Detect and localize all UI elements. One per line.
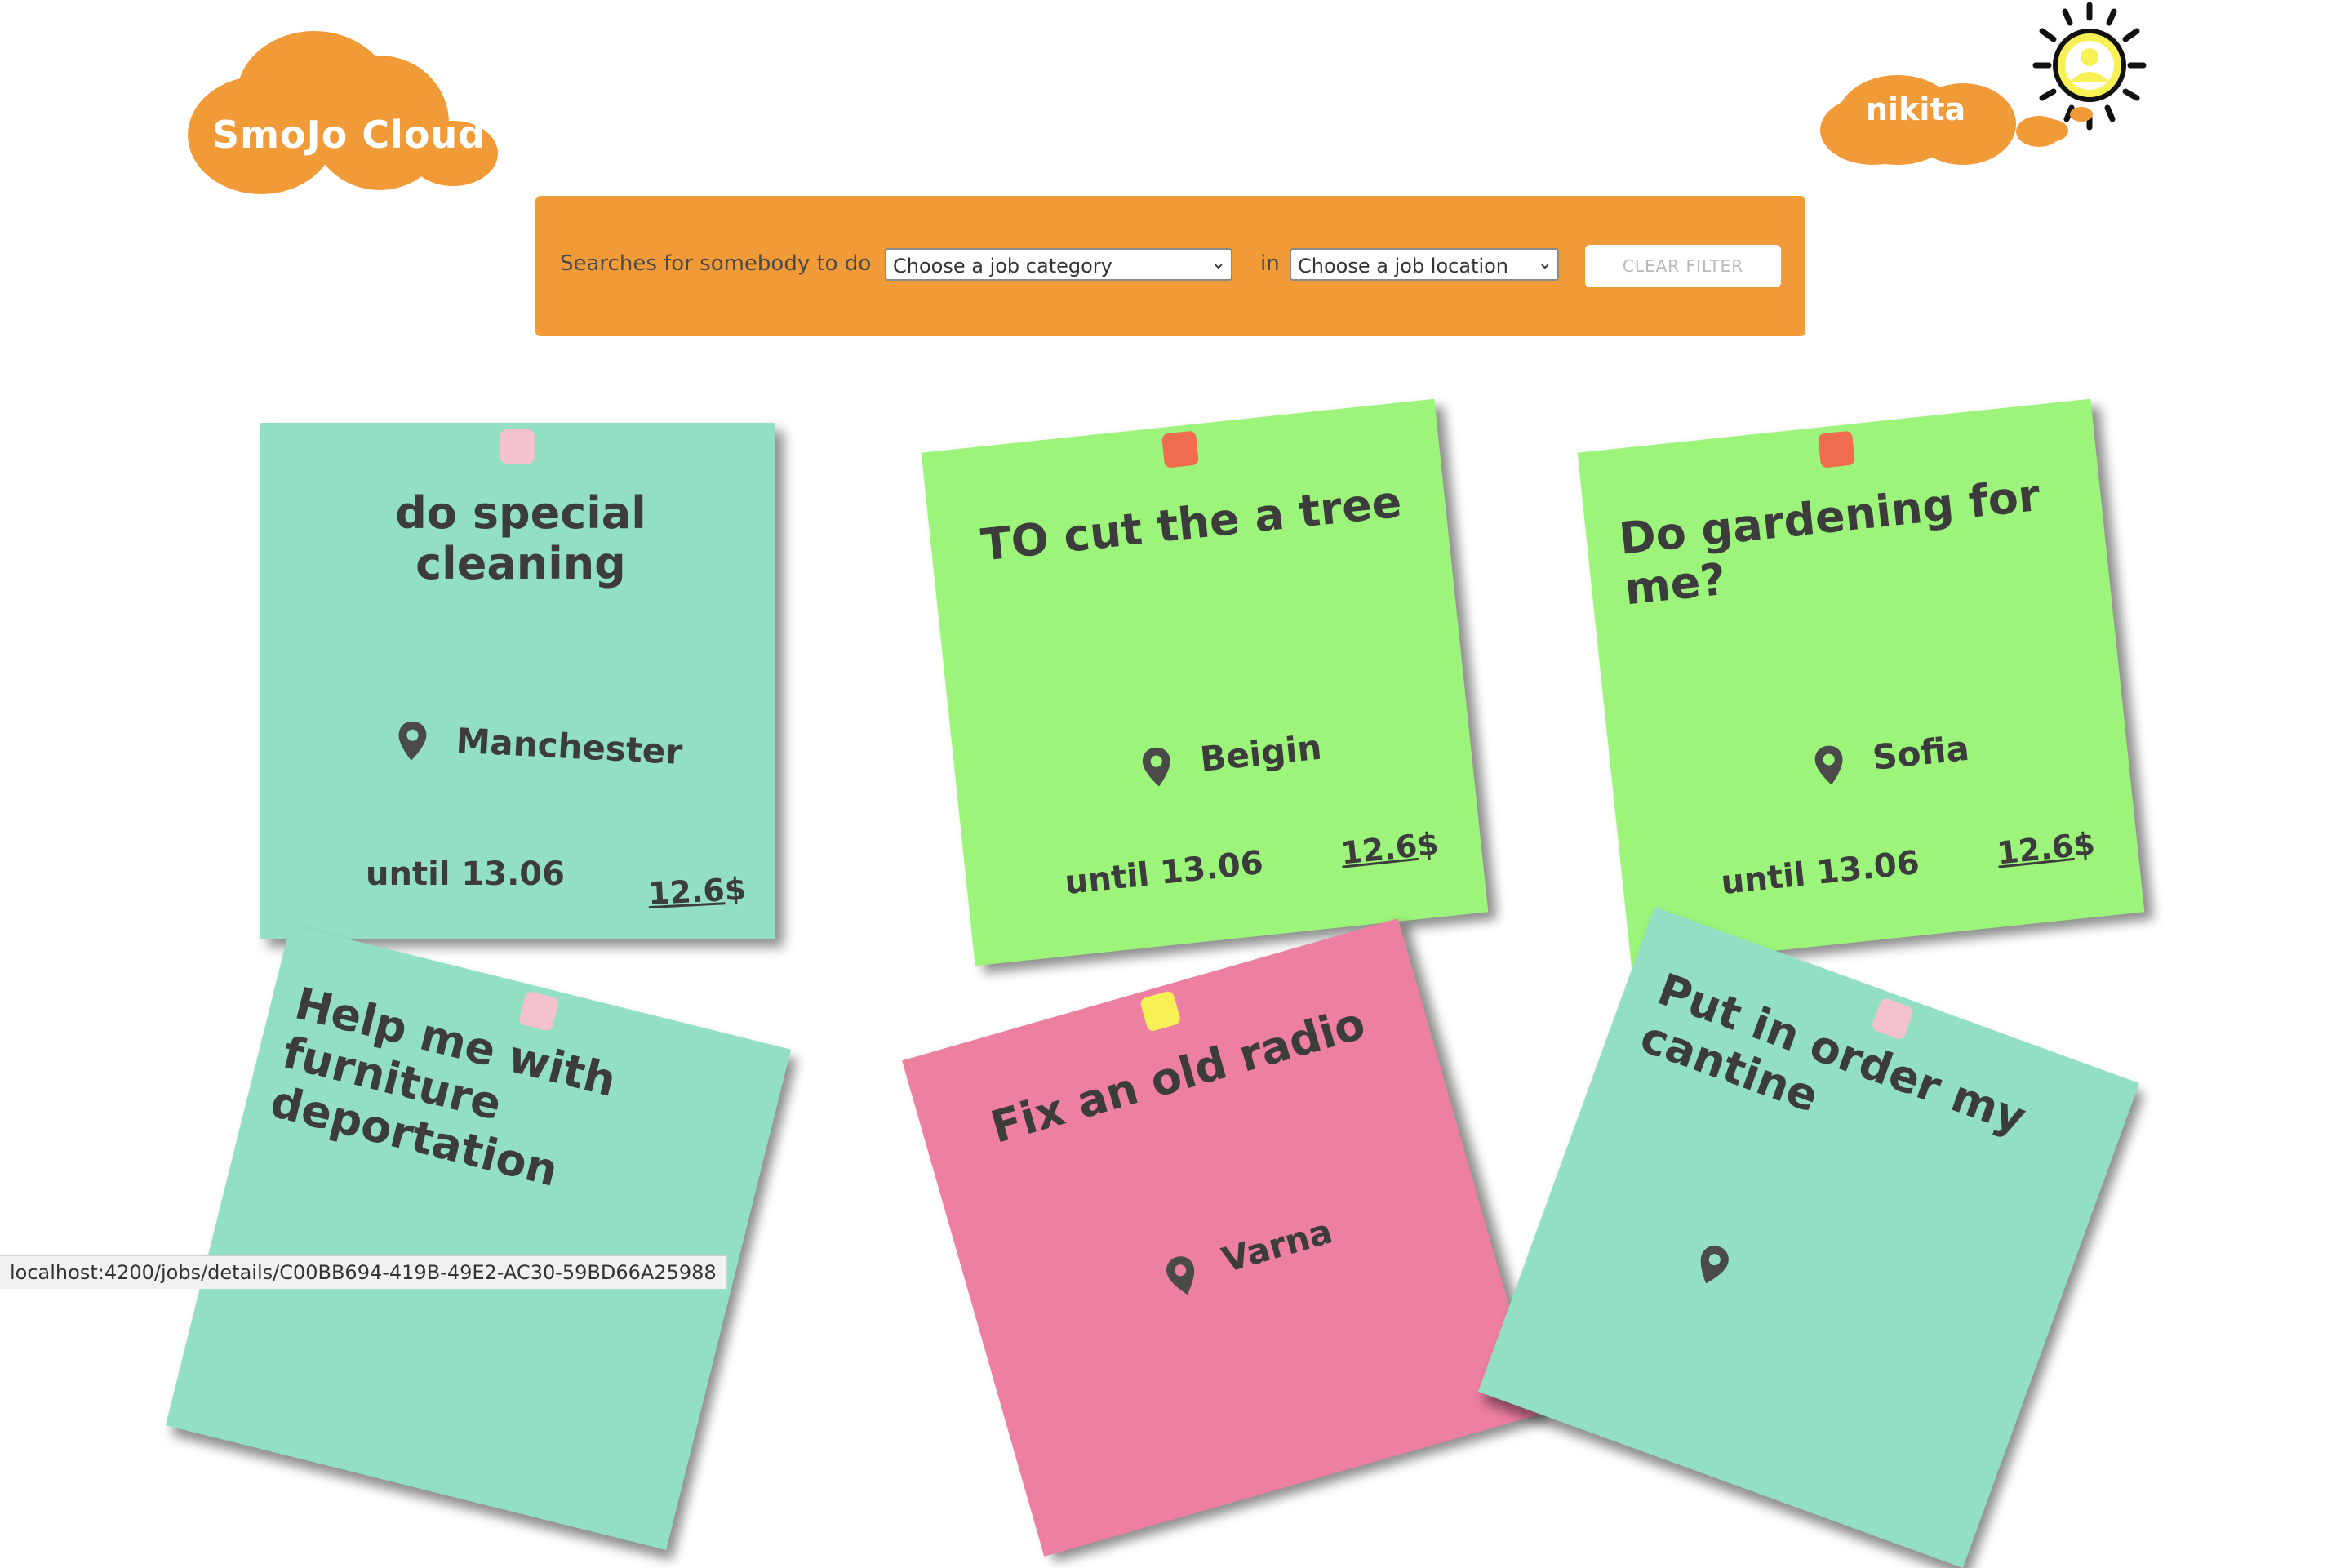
job-title: Help me with furniture deportation — [265, 977, 621, 1197]
cloud-tail-icon — [2032, 107, 2093, 142]
map-pin-icon — [1700, 1245, 1729, 1283]
job-price: 12.6$ — [647, 871, 747, 912]
job-currency: $ — [1414, 825, 1441, 864]
job-currency: $ — [2071, 825, 2097, 864]
job-card[interactable]: Help me with furniture deportation — [165, 924, 792, 1551]
filter-prefix-label: Searches for somebody to do — [560, 251, 872, 276]
job-location: Manchester — [397, 717, 683, 775]
job-until: until 13.06 — [1063, 843, 1265, 903]
job-category-select[interactable]: Choose a job category ⌄ — [885, 248, 1232, 281]
job-title: do special cleaning — [395, 487, 646, 590]
pin-icon — [1870, 997, 1915, 1041]
job-title: TO cut the a tree — [979, 475, 1405, 571]
pin-icon — [1161, 430, 1200, 469]
job-location-text: Beigin — [1197, 726, 1324, 780]
job-location: Sofia — [1814, 728, 1972, 786]
map-pin-icon — [1142, 747, 1170, 787]
job-title: Put in order my cantine — [1633, 963, 2033, 1144]
job-category-value: Choose a job category — [893, 255, 1112, 278]
job-location-text: Manchester — [455, 720, 684, 773]
job-card[interactable]: Put in order my cantine — [1477, 906, 2140, 1568]
job-card[interactable]: Fix an old radio Varna — [902, 918, 1540, 1557]
job-location-select[interactable]: Choose a job location ⌄ — [1290, 248, 1559, 281]
filter-bar: Searches for somebody to do Choose a job… — [535, 196, 1805, 336]
map-pin-icon — [398, 721, 427, 761]
clear-filter-button[interactable]: CLEAR FILTER — [1585, 245, 1781, 287]
map-pin-icon — [1166, 1255, 1194, 1295]
job-card[interactable]: TO cut the a tree Beigin until 13.06 12.… — [921, 398, 1489, 966]
job-title: Do gardening for me? — [1616, 469, 2043, 615]
job-location: Beigin — [1141, 727, 1324, 788]
pin-icon — [517, 990, 560, 1033]
chevron-down-icon: ⌄ — [1210, 253, 1226, 273]
job-location-text: Sofia — [1870, 727, 1971, 778]
job-card[interactable]: Do gardening for me? Sofia until 13.06 1… — [1577, 398, 2145, 966]
job-until: until 13.06 — [366, 855, 565, 893]
job-price-value: 12.6 — [646, 872, 726, 913]
job-location-text: Varna — [1217, 1210, 1337, 1281]
pin-icon — [1817, 430, 1856, 469]
chevron-down-icon: ⌄ — [1537, 253, 1552, 273]
user-name[interactable]: nikita — [1866, 91, 1965, 127]
pin-icon — [1139, 989, 1182, 1033]
job-location: Varna — [1162, 1210, 1337, 1298]
job-currency: $ — [723, 870, 748, 908]
job-price: 12.6$ — [1996, 825, 2097, 871]
job-location — [1693, 1239, 1750, 1295]
job-location-value: Choose a job location — [1298, 255, 1509, 278]
logo-text[interactable]: SmoJo Cloud — [212, 113, 490, 157]
job-until: until 13.06 — [1719, 843, 1921, 903]
job-price-value: 12.6 — [1995, 828, 2076, 872]
job-card[interactable]: do special cleaning Manchester until 13.… — [260, 423, 775, 939]
browser-status-bar: localhost:4200/jobs/details/C00BB694-419… — [0, 1255, 727, 1289]
job-price: 12.6$ — [1339, 825, 1441, 871]
pin-icon — [500, 429, 535, 464]
map-pin-icon — [1814, 745, 1843, 784]
in-label: in — [1260, 251, 1280, 276]
job-price-value: 12.6 — [1339, 828, 1419, 872]
